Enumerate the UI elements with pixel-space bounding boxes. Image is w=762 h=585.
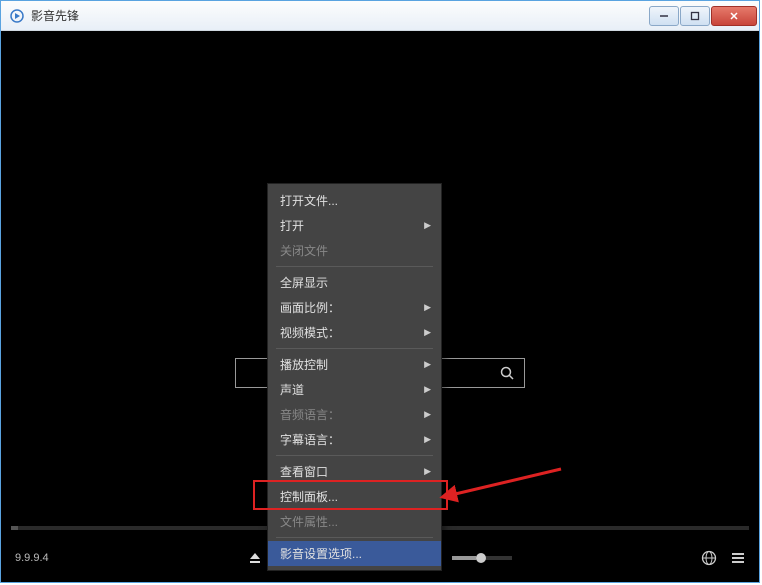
- right-controls: [701, 550, 745, 566]
- menu-separator: [276, 266, 433, 267]
- menu-item-2: 关闭文件: [268, 238, 441, 263]
- volume-slider[interactable]: [452, 556, 512, 560]
- chevron-right-icon: ▶: [424, 327, 431, 338]
- chevron-right-icon: ▶: [424, 409, 431, 420]
- menu-item-6[interactable]: 播放控制▶: [268, 352, 441, 377]
- search-button[interactable]: [490, 359, 524, 387]
- menu-item-4[interactable]: 画面比例：▶: [268, 295, 441, 320]
- minimize-button[interactable]: [649, 6, 679, 26]
- menu-item-0[interactable]: 打开文件...: [268, 188, 441, 213]
- app-icon: [9, 8, 25, 24]
- volume-group: [430, 551, 512, 565]
- chevron-right-icon: ▶: [424, 466, 431, 477]
- globe-button[interactable]: [701, 550, 717, 566]
- window-title: 影音先锋: [31, 7, 648, 24]
- menu-separator: [276, 348, 433, 349]
- search-icon: [499, 365, 515, 381]
- chevron-right-icon: ▶: [424, 359, 431, 370]
- menu-item-9[interactable]: 字幕语言：▶: [268, 427, 441, 452]
- chevron-right-icon: ▶: [424, 434, 431, 445]
- progress-fill: [11, 526, 18, 530]
- chevron-right-icon: ▶: [424, 384, 431, 395]
- chevron-right-icon: ▶: [424, 220, 431, 231]
- menu-item-3[interactable]: 全屏显示: [268, 270, 441, 295]
- menu-item-13[interactable]: 影音设置选项...: [268, 541, 441, 566]
- playlist-button[interactable]: [731, 551, 745, 565]
- menu-item-1[interactable]: 打开▶: [268, 213, 441, 238]
- close-button[interactable]: [711, 6, 757, 26]
- menu-item-11[interactable]: 控制面板...: [268, 484, 441, 509]
- menu-item-7[interactable]: 声道▶: [268, 377, 441, 402]
- version-label: 9.9.9.4: [15, 552, 49, 564]
- eject-button[interactable]: [248, 551, 262, 565]
- maximize-button[interactable]: [680, 6, 710, 26]
- titlebar[interactable]: 影音先锋: [1, 1, 759, 31]
- context-menu: 打开文件...打开▶关闭文件全屏显示画面比例：▶视频模式：▶ 播放控制▶声道▶音频…: [267, 183, 442, 571]
- window-buttons: [648, 6, 757, 26]
- menu-item-10[interactable]: 查看窗口▶: [268, 459, 441, 484]
- chevron-right-icon: ▶: [424, 302, 431, 313]
- menu-item-12: 文件属性...: [268, 509, 441, 534]
- menu-item-8: 音频语言：▶: [268, 402, 441, 427]
- menu-separator: [276, 455, 433, 456]
- app-window: 影音先锋 y 9.9.9.4: [0, 0, 760, 583]
- app-body: y 9.9.9.4: [1, 31, 759, 582]
- menu-item-5[interactable]: 视频模式：▶: [268, 320, 441, 345]
- menu-separator: [276, 537, 433, 538]
